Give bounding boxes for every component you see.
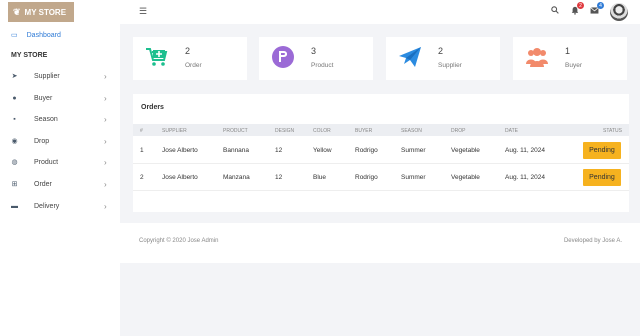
mail-badge: 4: [597, 2, 604, 9]
sidebar-item-supplier[interactable]: ➤ Supplier ›: [0, 68, 120, 84]
stat-value: 2: [438, 46, 444, 56]
footer: Copyright © 2020 Jose Admin Developed by…: [120, 223, 640, 263]
drop-icon: ◉: [11, 138, 18, 145]
table-header: # SUPPLIER PRODUCT DESIGN COLOR BUYER SE…: [133, 124, 629, 136]
cell-num: 2: [140, 174, 144, 181]
cell-color: Blue: [313, 174, 327, 181]
stat-label: Supplier: [438, 62, 462, 69]
stat-value: 2: [185, 46, 191, 56]
sidebar-item-label: Buyer: [34, 94, 53, 102]
copyright-text: Copyright © 2020 Jose Admin: [139, 238, 219, 244]
status-badge[interactable]: Pending: [583, 169, 621, 186]
table-row[interactable]: 2 Jose Alberto Manzana 12 Blue Rodrigo S…: [133, 164, 629, 191]
leaf-icon: ❦: [13, 6, 21, 17]
cart-icon: ⊞: [11, 181, 18, 188]
stat-label: Product: [311, 62, 334, 69]
sidebar-item-drop[interactable]: ◉ Drop ›: [0, 133, 120, 149]
column-header: STATUS: [603, 128, 622, 134]
chevron-right-icon: ›: [104, 179, 107, 189]
sidebar-item-label: Drop: [34, 137, 50, 145]
cell-product: Manzana: [223, 174, 250, 181]
stat-card-order[interactable]: 2 Order: [133, 37, 247, 80]
column-header: COLOR: [313, 128, 331, 134]
stat-card-supplier[interactable]: 2 Supplier: [386, 37, 500, 80]
main-content: 2 Order 3 Product 2 Supplier 1 Buyer Ord…: [120, 24, 640, 336]
cell-drop: Vegetable: [451, 174, 480, 181]
brand-name: MY STORE: [24, 7, 67, 17]
paper-plane-icon: [398, 45, 422, 69]
column-header: DESIGN: [275, 128, 295, 134]
top-bar: ❦ MY STORE ☰ 2 4: [0, 0, 640, 24]
laptop-icon: ▭: [11, 32, 18, 39]
orders-table-card: Orders # SUPPLIER PRODUCT DESIGN COLOR B…: [133, 94, 629, 212]
paper-plane-icon: ➤: [11, 73, 18, 80]
stat-value: 3: [311, 46, 317, 56]
cell-design: 12: [275, 174, 283, 181]
stat-label: Order: [185, 62, 202, 69]
chevron-right-icon: ›: [104, 201, 107, 211]
cell-buyer: Rodrigo: [355, 147, 378, 154]
sidebar-item-label: Season: [34, 115, 58, 123]
sidebar-item-season[interactable]: ▪ Season ›: [0, 111, 120, 127]
cell-drop: Vegetable: [451, 147, 480, 154]
product-p-icon: [271, 45, 295, 69]
stat-card-buyer[interactable]: 1 Buyer: [513, 37, 627, 80]
brand-logo[interactable]: ❦ MY STORE: [8, 2, 74, 22]
cell-product: Bannana: [223, 147, 250, 154]
sidebar-item-label: Order: [34, 180, 52, 188]
cart-plus-icon: [145, 45, 169, 69]
chevron-right-icon: ›: [104, 71, 107, 81]
menu-toggle-icon[interactable]: ☰: [139, 7, 147, 16]
cell-buyer: Rodrigo: [355, 174, 378, 181]
stat-value: 1: [565, 46, 571, 56]
stat-label: Buyer: [565, 62, 582, 69]
sidebar-item-label: Delivery: [34, 202, 60, 210]
cell-num: 1: [140, 147, 144, 154]
mail-icon[interactable]: 4: [590, 2, 604, 16]
chevron-right-icon: ›: [104, 114, 107, 124]
stat-card-product[interactable]: 3 Product: [259, 37, 373, 80]
sidebar-item-label: Supplier: [34, 72, 60, 80]
notification-badge: 2: [577, 2, 584, 9]
table-row[interactable]: 1 Jose Alberto Bannana 12 Yellow Rodrigo…: [133, 137, 629, 164]
cell-season: Summer: [401, 147, 426, 154]
sidebar-item-product[interactable]: ◍ Product ›: [0, 154, 120, 170]
column-header: DROP: [451, 128, 466, 134]
truck-icon: ▬: [11, 202, 18, 210]
column-header: #: [140, 128, 143, 134]
users-icon: [525, 45, 549, 69]
calendar-icon: ▪: [13, 115, 16, 123]
developer-credit: Developed by Jose A.: [563, 238, 622, 244]
status-badge[interactable]: Pending: [583, 142, 621, 159]
cell-date: Aug. 11, 2024: [505, 147, 545, 154]
avatar[interactable]: [610, 3, 628, 21]
sidebar-section-title: MY STORE: [11, 52, 48, 59]
sidebar-item-delivery[interactable]: ▬ Delivery ›: [0, 198, 120, 214]
cell-supplier: Jose Alberto: [162, 147, 198, 154]
cell-date: Aug. 11, 2024: [505, 174, 545, 181]
chevron-right-icon: ›: [104, 136, 107, 146]
column-header: BUYER: [355, 128, 373, 134]
sidebar-item-order[interactable]: ⊞ Order ›: [0, 176, 120, 192]
chevron-right-icon: ›: [104, 157, 107, 167]
column-header: SUPPLIER: [162, 128, 187, 134]
sidebar-item-label: Product: [34, 158, 59, 166]
column-header: PRODUCT: [223, 128, 248, 134]
sidebar-item-dashboard[interactable]: ▭ Dashboard: [0, 28, 120, 42]
column-header: SEASON: [401, 128, 422, 134]
cell-season: Summer: [401, 174, 426, 181]
chevron-right-icon: ›: [104, 93, 107, 103]
cell-supplier: Jose Alberto: [162, 174, 198, 181]
users-icon: ●: [12, 94, 17, 102]
sidebar-item-label: Dashboard: [26, 31, 61, 39]
cell-design: 12: [275, 147, 283, 154]
bell-icon[interactable]: 2: [571, 2, 584, 17]
product-icon: ◍: [11, 159, 18, 166]
column-header: DATE: [505, 128, 518, 134]
search-icon[interactable]: [551, 6, 559, 16]
sidebar: ▭ Dashboard MY STORE ➤ Supplier › ● Buye…: [0, 24, 120, 336]
orders-title: Orders: [141, 104, 164, 111]
sidebar-item-buyer[interactable]: ● Buyer ›: [0, 90, 120, 106]
cell-color: Yellow: [313, 147, 332, 154]
